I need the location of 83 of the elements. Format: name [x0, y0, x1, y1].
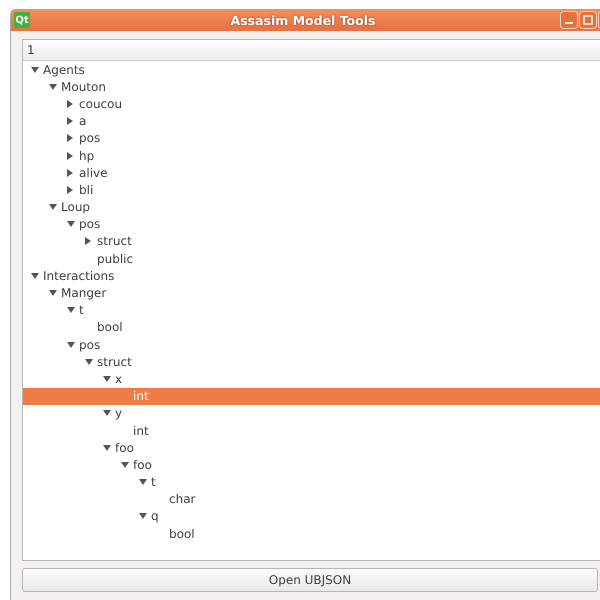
collapsed-arrow-icon[interactable]: [67, 186, 73, 194]
maximize-button[interactable]: [579, 11, 597, 29]
tree-item-label: foo: [115, 440, 134, 455]
expanded-arrow-icon[interactable]: [103, 376, 111, 382]
tree-item-label: Manger: [61, 286, 106, 300]
tree-item[interactable]: coucou: [23, 95, 600, 113]
expanded-arrow-icon[interactable]: [121, 462, 129, 468]
tree-item[interactable]: foo: [23, 439, 600, 456]
tree-item[interactable]: t: [23, 474, 600, 491]
tree-item-label: public: [97, 252, 134, 266]
tree-item-label: pos: [79, 131, 100, 146]
tree-item-label: Loup: [61, 200, 90, 214]
tree-item[interactable]: Agents: [23, 61, 600, 78]
tree-item[interactable]: Manger: [23, 284, 600, 302]
tree-item[interactable]: alive: [23, 164, 600, 182]
tree-item-label: hp: [79, 148, 94, 163]
tree-item[interactable]: bli: [23, 181, 600, 198]
column-header: 1: [23, 40, 600, 61]
tree-item-label: Interactions: [43, 268, 114, 283]
expanded-arrow-icon[interactable]: [139, 513, 147, 520]
expanded-arrow-icon[interactable]: [85, 358, 93, 365]
tree-item-label: pos: [79, 338, 100, 352]
tree-item-label: coucou: [79, 96, 122, 111]
expanded-arrow-icon[interactable]: [67, 307, 75, 314]
window-title: Assasim Model Tools: [230, 12, 376, 28]
tree-item[interactable]: struct: [23, 353, 600, 370]
tree-item-label: int: [133, 389, 149, 404]
collapsed-arrow-icon[interactable]: [67, 168, 73, 177]
tree-item-label: struct: [97, 234, 132, 248]
minimize-button[interactable]: [560, 11, 578, 29]
tree-item-label: alive: [79, 166, 108, 180]
collapsed-arrow-icon[interactable]: [85, 237, 91, 246]
tree-item[interactable]: foo: [23, 456, 600, 474]
expanded-arrow-icon[interactable]: [31, 272, 39, 279]
tree-item[interactable]: t: [23, 302, 600, 319]
tree-item[interactable]: Mouton: [23, 78, 600, 96]
tree-item[interactable]: hp: [23, 146, 600, 164]
collapsed-arrow-icon[interactable]: [67, 117, 73, 126]
tree-item-label: Agents: [43, 62, 85, 77]
expanded-arrow-icon[interactable]: [67, 221, 75, 228]
tree-item-label: Mouton: [61, 80, 106, 94]
tree-item-label: bool: [97, 320, 123, 334]
tree-item-label: y: [115, 406, 122, 420]
tree-item[interactable]: y: [23, 404, 600, 422]
tree-item[interactable]: bool: [23, 525, 600, 542]
collapsed-arrow-icon[interactable]: [67, 100, 73, 108]
tree-item-label: t: [79, 303, 84, 318]
tree-item[interactable]: pos: [23, 130, 600, 147]
tree-item[interactable]: bool: [23, 318, 600, 336]
tree-item-label: char: [169, 492, 196, 506]
tree-item[interactable]: pos: [23, 216, 600, 233]
tree-item-label: t: [151, 475, 156, 490]
tree-item[interactable]: a: [23, 112, 600, 130]
collapsed-arrow-icon[interactable]: [67, 134, 73, 142]
expanded-arrow-icon[interactable]: [67, 342, 75, 348]
tree-item-label: a: [79, 114, 86, 128]
tree-item[interactable]: x: [23, 370, 600, 388]
expanded-arrow-icon[interactable]: [103, 444, 111, 451]
tree-item[interactable]: Interactions: [23, 267, 600, 284]
tree-item-label: x: [115, 372, 122, 386]
tree-item-label: q: [151, 509, 159, 524]
tree-item-label: bli: [79, 182, 94, 197]
tree-item[interactable]: int: [23, 422, 600, 440]
tree-item[interactable]: struct: [23, 232, 600, 250]
tree-item-label: pos: [79, 217, 100, 232]
app-icon: Qt: [14, 12, 30, 28]
expanded-arrow-icon[interactable]: [49, 84, 57, 90]
expanded-arrow-icon[interactable]: [49, 204, 57, 210]
collapsed-arrow-icon[interactable]: [67, 152, 73, 160]
tree-item[interactable]: q: [23, 508, 600, 526]
expanded-arrow-icon[interactable]: [31, 66, 39, 73]
expanded-arrow-icon[interactable]: [139, 479, 147, 486]
tree-item-label: struct: [97, 354, 132, 369]
tree-item-label: bool: [169, 526, 195, 541]
tree-item[interactable]: public: [23, 250, 600, 268]
open-button[interactable]: Open UBJSON: [22, 568, 598, 592]
tree-item[interactable]: char: [23, 490, 600, 508]
expanded-arrow-icon[interactable]: [103, 410, 111, 416]
expanded-arrow-icon[interactable]: [49, 290, 57, 296]
tree-item-label: foo: [133, 458, 152, 472]
tree-item[interactable]: pos: [23, 336, 600, 354]
tree-item[interactable]: Loup: [23, 198, 600, 216]
tree-item-label: int: [133, 424, 149, 438]
